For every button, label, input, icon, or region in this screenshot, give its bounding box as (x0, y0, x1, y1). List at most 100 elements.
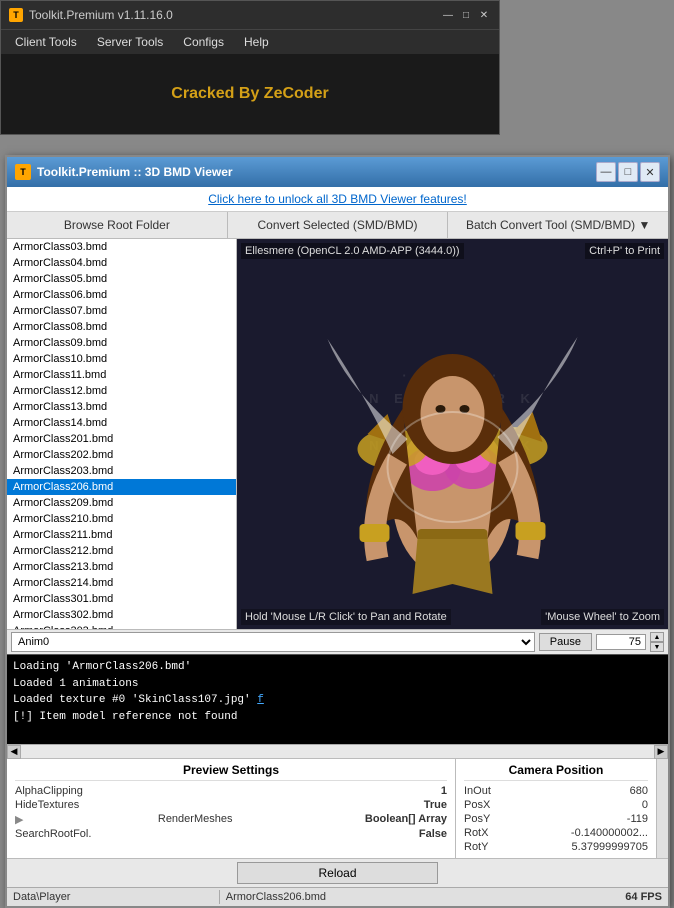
log-line-3: Loaded texture #0 'SkinClass107.jpg' f (13, 692, 662, 709)
file-item[interactable]: ArmorClass210.bmd (7, 511, 236, 527)
main-content: ArmorClass03.bmdArmorClass04.bmdArmorCla… (7, 239, 668, 629)
file-item[interactable]: ArmorClass09.bmd (7, 335, 236, 351)
inner-minimize-button[interactable]: — (596, 162, 616, 182)
outer-window-title: Toolkit.Premium v1.11.16.0 (29, 8, 173, 22)
file-item[interactable]: ArmorClass206.bmd (7, 479, 236, 495)
camera-row-posx: PosX 0 (464, 798, 648, 812)
file-item[interactable]: ArmorClass202.bmd (7, 447, 236, 463)
menu-server-tools[interactable]: Server Tools (87, 32, 173, 52)
anim-select[interactable]: Anim0 (11, 632, 535, 652)
outer-close-button[interactable]: ✕ (477, 8, 491, 22)
outer-restore-button[interactable]: □ (459, 8, 473, 22)
camera-settings-panel: Camera Position InOut 680 PosX 0 PosY -1… (456, 759, 656, 858)
file-item[interactable]: ArmorClass211.bmd (7, 527, 236, 543)
preview-settings-panel: Preview Settings AlphaClipping 1 HideTex… (7, 759, 456, 858)
file-item[interactable]: ArmorClass05.bmd (7, 271, 236, 287)
pan-hint: Hold 'Mouse L/R Click' to Pan and Rotate (241, 609, 451, 625)
file-item[interactable]: ArmorClass13.bmd (7, 399, 236, 415)
preview-row-hide: HideTextures True (15, 798, 447, 812)
print-hint: Ctrl+P' to Print (585, 243, 664, 259)
camera-row-posy: PosY -119 (464, 812, 648, 826)
menu-client-tools[interactable]: Client Tools (5, 32, 87, 52)
file-item[interactable]: ArmorClass07.bmd (7, 303, 236, 319)
file-item[interactable]: ArmorClass209.bmd (7, 495, 236, 511)
file-item[interactable]: ArmorClass212.bmd (7, 543, 236, 559)
app-icon: T (9, 8, 23, 22)
file-item[interactable]: ArmorClass303.bmd (7, 623, 236, 629)
renderer-info: Ellesmere (OpenCL 2.0 AMD-APP (3444.0)) (241, 243, 464, 259)
file-item[interactable]: ArmorClass06.bmd (7, 287, 236, 303)
statusbar-separator (219, 890, 220, 904)
camera-row-roty: RotY 5.37999999705 (464, 840, 648, 854)
cracked-by-text: Cracked By ZeCoder (171, 85, 328, 103)
outer-window: T Toolkit.Premium v1.11.16.0 — □ ✕ Clien… (0, 0, 500, 135)
log-line-1: Loading 'ArmorClass206.bmd' (13, 659, 662, 676)
file-item[interactable]: ArmorClass11.bmd (7, 367, 236, 383)
file-item[interactable]: ArmorClass302.bmd (7, 607, 236, 623)
convert-selected-button[interactable]: Convert Selected (SMD/BMD) (228, 212, 449, 238)
inner-window-title: Toolkit.Premium :: 3D BMD Viewer (37, 165, 233, 179)
anim-bar: Anim0 Pause ▲ ▼ (7, 629, 668, 654)
expand-icon: ▶ (15, 813, 23, 826)
file-item[interactable]: ArmorClass201.bmd (7, 431, 236, 447)
reload-bar: Reload (7, 858, 668, 887)
log-line-2: Loaded 1 animations (13, 676, 662, 693)
statusbar-fps: 64 FPS (625, 891, 662, 903)
log-line-4: [!] Item model reference not found (13, 709, 662, 726)
file-item[interactable]: ArmorClass14.bmd (7, 415, 236, 431)
file-item[interactable]: ArmorClass203.bmd (7, 463, 236, 479)
pause-button[interactable]: Pause (539, 633, 592, 651)
bottom-scrollbar[interactable]: ◀ ▶ (7, 744, 668, 758)
file-item[interactable]: ArmorClass214.bmd (7, 575, 236, 591)
toolbar: Browse Root Folder Convert Selected (SMD… (7, 212, 668, 239)
file-item[interactable]: ArmorClass12.bmd (7, 383, 236, 399)
speed-input[interactable] (596, 634, 646, 650)
file-item[interactable]: ArmorClass10.bmd (7, 351, 236, 367)
inner-window: T Toolkit.Premium :: 3D BMD Viewer — □ ✕… (5, 155, 670, 908)
file-item[interactable]: ArmorClass04.bmd (7, 255, 236, 271)
outer-body: Cracked By ZeCoder (1, 54, 499, 134)
scroll-right-button[interactable]: ▶ (654, 745, 668, 759)
menu-configs[interactable]: Configs (173, 32, 234, 52)
outer-menubar: Client Tools Server Tools Configs Help (1, 29, 499, 54)
inner-titlebar: T Toolkit.Premium :: 3D BMD Viewer — □ ✕ (7, 157, 668, 187)
speed-down-button[interactable]: ▼ (650, 642, 664, 652)
file-list: ArmorClass03.bmdArmorClass04.bmdArmorCla… (7, 239, 236, 629)
inner-close-button[interactable]: ✕ (640, 162, 660, 182)
unlock-bar: Click here to unlock all 3D BMD Viewer f… (7, 187, 668, 212)
scroll-track[interactable] (21, 745, 654, 758)
preview-row-alpha: AlphaClipping 1 (15, 784, 447, 798)
file-item[interactable]: ArmorClass213.bmd (7, 559, 236, 575)
statusbar-path1: Data\Player (13, 891, 213, 903)
menu-help[interactable]: Help (234, 32, 279, 52)
character-render (237, 239, 668, 629)
statusbar: Data\Player ArmorClass206.bmd 64 FPS (7, 887, 668, 906)
outer-minimize-button[interactable]: — (441, 8, 455, 22)
camera-row-rotx: RotX -0.140000002... (464, 826, 648, 840)
preview-camera-section: Preview Settings AlphaClipping 1 HideTex… (7, 758, 668, 858)
file-list-panel[interactable]: ArmorClass03.bmdArmorClass04.bmdArmorCla… (7, 239, 237, 629)
preview-row-render: ▶ RenderMeshes Boolean[] Array (15, 812, 447, 827)
speed-up-button[interactable]: ▲ (650, 632, 664, 642)
inner-app-icon: T (15, 164, 31, 180)
preview-row-search: SearchRootFol. False (15, 827, 447, 841)
zoom-hint: 'Mouse Wheel' to Zoom (541, 609, 664, 625)
reload-button[interactable]: Reload (237, 862, 437, 884)
file-item[interactable]: ArmorClass03.bmd (7, 239, 236, 255)
scroll-left-button[interactable]: ◀ (7, 745, 21, 759)
file-item[interactable]: ArmorClass301.bmd (7, 591, 236, 607)
texture-link[interactable]: f (257, 694, 264, 706)
preview-settings-header: Preview Settings (15, 763, 447, 781)
camera-row-inout: InOut 680 (464, 784, 648, 798)
dropdown-icon: ▼ (638, 218, 650, 232)
unlock-link[interactable]: Click here to unlock all 3D BMD Viewer f… (208, 192, 467, 206)
browse-root-button[interactable]: Browse Root Folder (7, 212, 228, 238)
outer-titlebar: T Toolkit.Premium v1.11.16.0 — □ ✕ (1, 1, 499, 29)
camera-settings-header: Camera Position (464, 763, 648, 781)
camera-scrollbar[interactable] (656, 759, 668, 858)
viewer-panel[interactable]: · G · S · N E T W O R K · G · S · N E T … (237, 239, 668, 629)
batch-convert-button[interactable]: Batch Convert Tool (SMD/BMD) ▼ (448, 212, 668, 238)
file-item[interactable]: ArmorClass08.bmd (7, 319, 236, 335)
status-log: Loading 'ArmorClass206.bmd' Loaded 1 ani… (7, 654, 668, 744)
inner-restore-button[interactable]: □ (618, 162, 638, 182)
